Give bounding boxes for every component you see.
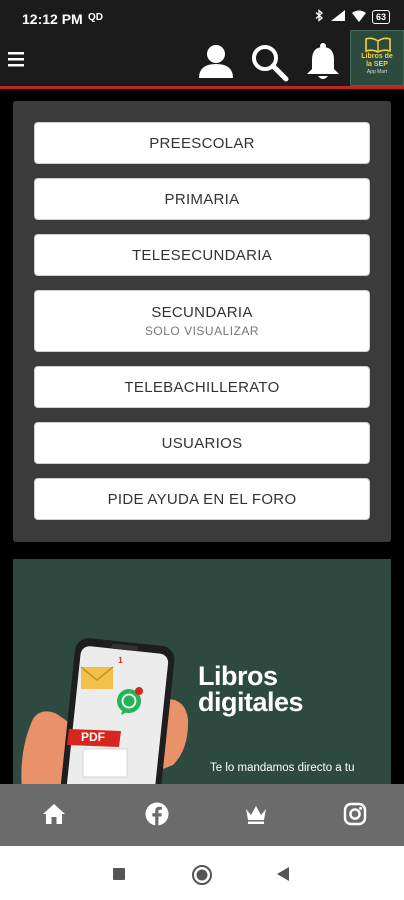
- home-icon[interactable]: [42, 802, 68, 828]
- status-indicators: 63: [315, 9, 390, 25]
- level-menu-card: PREESCOLAR PRIMARIA TELESECUNDARIA SECUN…: [13, 101, 391, 542]
- main-content: PREESCOLAR PRIMARIA TELESECUNDARIA SECUN…: [0, 89, 404, 784]
- button-sublabel: SOLO VISUALIZAR: [144, 324, 260, 338]
- brand-line-2: la SEP: [366, 61, 388, 68]
- pdf-label: PDF: [81, 730, 105, 744]
- secundaria-button[interactable]: SECUNDARIA SOLO VISUALIZAR: [34, 290, 370, 352]
- telebachillerato-button[interactable]: TELEBACHILLERATO: [34, 366, 370, 408]
- status-extra: QD: [88, 12, 103, 23]
- signal-icon: [330, 9, 346, 25]
- promo-title: Libros digitales: [198, 661, 304, 717]
- recent-apps-icon[interactable]: [112, 867, 126, 886]
- phone-illustration: [21, 638, 189, 784]
- status-time: 12:12 PM: [22, 11, 83, 27]
- user-icon[interactable]: [196, 42, 236, 87]
- bottom-navigation: [0, 784, 404, 846]
- button-label: PRIMARIA: [164, 190, 240, 208]
- back-icon[interactable]: [276, 866, 290, 887]
- button-label: TELESECUNDARIA: [131, 246, 273, 264]
- forum-help-button[interactable]: PIDE AYUDA EN EL FORO: [34, 478, 370, 520]
- usuarios-button[interactable]: USUARIOS: [34, 422, 370, 464]
- telesecundaria-button[interactable]: TELESECUNDARIA: [34, 234, 370, 276]
- home-circle-icon[interactable]: [191, 864, 213, 891]
- promo-banner[interactable]: 1 PDF Libros digitales Te lo mandamos di…: [13, 559, 391, 784]
- promo-text: Te lo mandamos directo a tu: [210, 762, 355, 774]
- book-icon: [365, 37, 391, 53]
- system-navigation-bar: [0, 846, 404, 900]
- button-label: PREESCOLAR: [149, 134, 255, 152]
- wifi-icon: [351, 10, 366, 25]
- battery-icon: 63: [371, 10, 390, 24]
- button-label: TELEBACHILLERATO: [124, 378, 280, 396]
- search-icon[interactable]: [249, 42, 289, 87]
- crown-icon[interactable]: [244, 802, 270, 828]
- primaria-button[interactable]: PRIMARIA: [34, 178, 370, 220]
- button-label: USUARIOS: [161, 434, 243, 452]
- bell-icon[interactable]: [304, 42, 342, 87]
- facebook-icon[interactable]: [145, 802, 171, 828]
- button-label: SECUNDARIA: [151, 304, 253, 321]
- hamburger-menu-icon[interactable]: [8, 50, 26, 73]
- brand-logo[interactable]: Libros de la SEP App Mart: [350, 30, 404, 86]
- promo-title-line-1: Libros: [198, 661, 278, 691]
- brand-line-3: App Mart: [366, 69, 388, 75]
- bluetooth-icon: [315, 9, 324, 25]
- brand-line-1: Libros de: [361, 53, 393, 60]
- preescolar-button[interactable]: PREESCOLAR: [34, 122, 370, 164]
- notification-badge: 1: [118, 656, 123, 665]
- status-bar: 12:12 PM QD 63: [0, 0, 404, 38]
- promo-title-line-2: digitales: [198, 687, 304, 717]
- instagram-icon[interactable]: [343, 802, 369, 828]
- button-label: PIDE AYUDA EN EL FORO: [107, 490, 297, 508]
- app-bar: Libros de la SEP App Mart: [0, 30, 404, 89]
